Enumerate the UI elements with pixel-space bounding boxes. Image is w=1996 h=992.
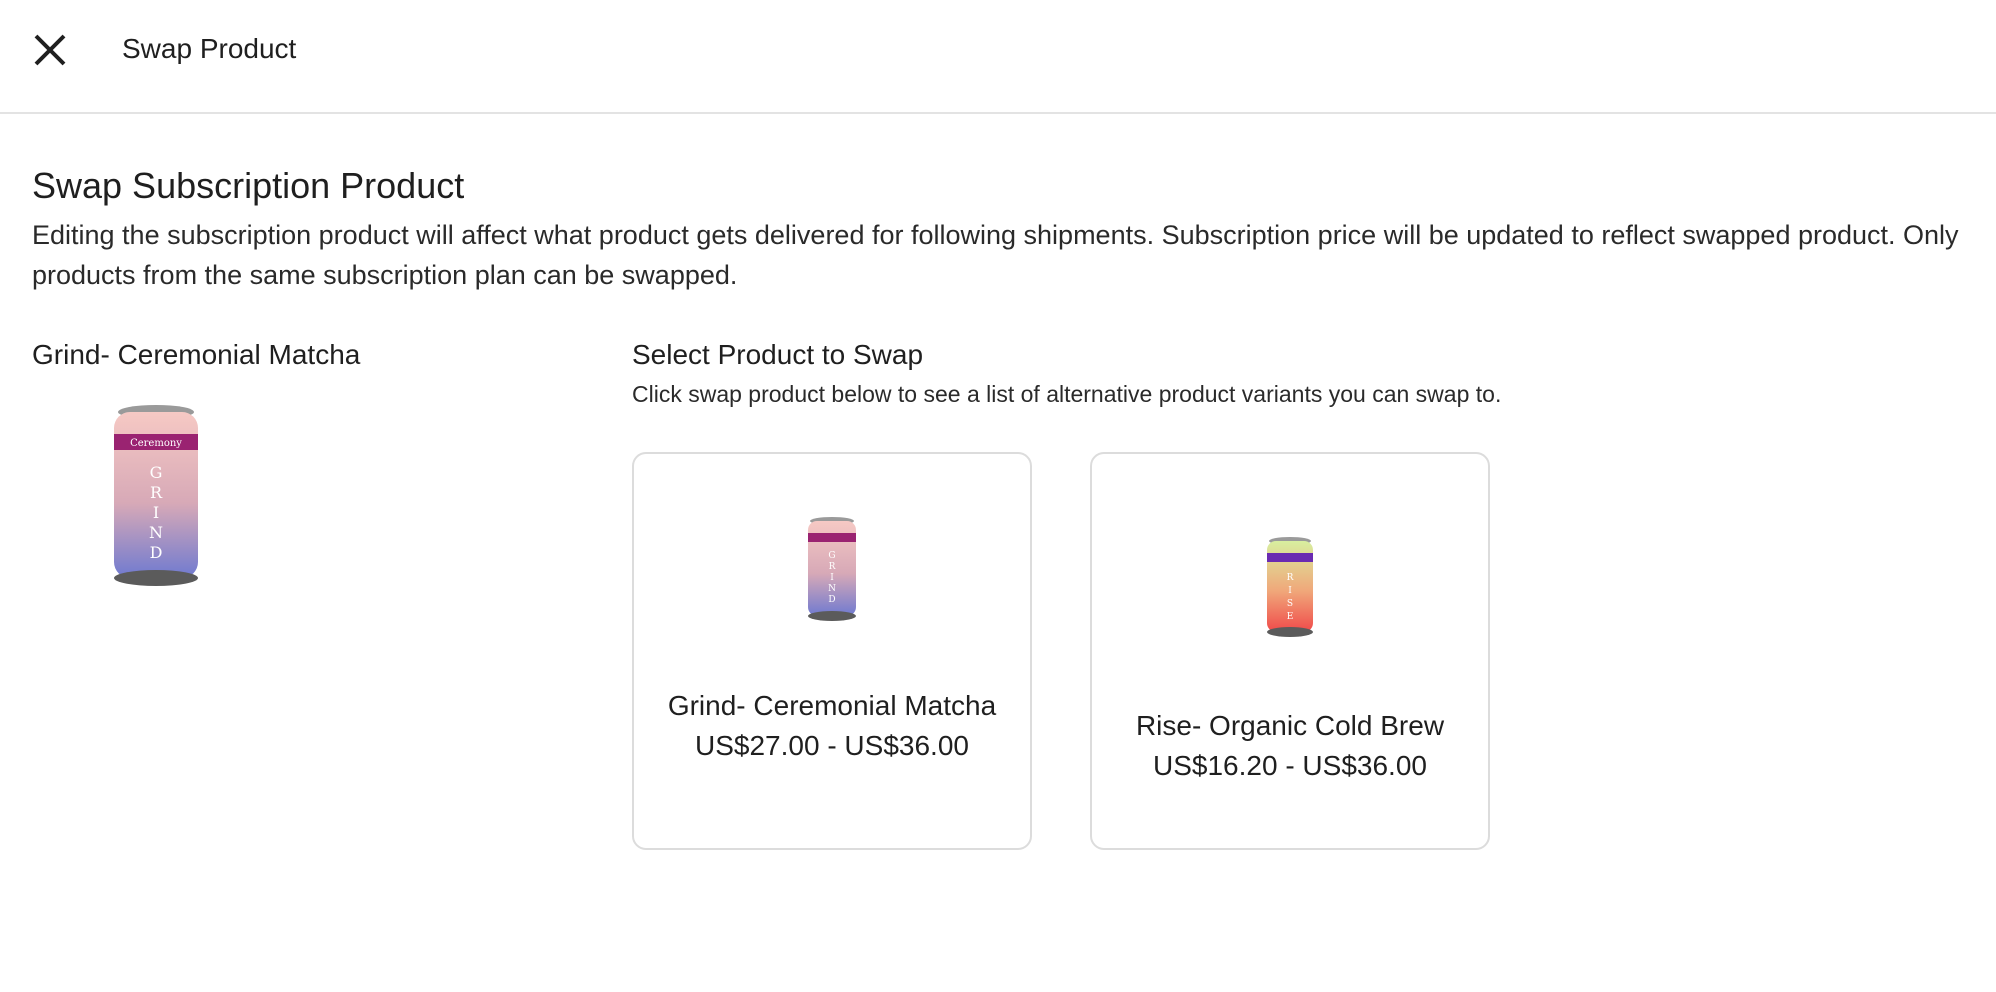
svg-text:N: N: [828, 584, 836, 594]
product-name: Grind- Ceremonial Matcha: [667, 690, 997, 721]
product-info: Rise- Organic Cold Brew US$16.20 - US$36…: [1122, 706, 1458, 786]
svg-text:I: I: [1288, 586, 1292, 596]
current-product-image: Ceremony G R I N D: [104, 404, 208, 588]
product-info: Grind- Ceremonial Matcha US$27.00 - US$3…: [664, 686, 1000, 766]
product-price: US$16.20 - US$36.00: [1153, 750, 1427, 781]
close-icon: [34, 34, 66, 66]
current-product-name: Grind- Ceremonial Matcha: [32, 339, 361, 370]
close-button[interactable]: [30, 30, 70, 70]
product-image: R I S E: [1261, 536, 1319, 638]
svg-text:I: I: [153, 503, 159, 522]
swap-option-card-grind[interactable]: G R I N D Grind- Ceremonial Matcha US$27…: [632, 452, 1032, 850]
svg-text:I: I: [830, 573, 834, 583]
svg-text:D: D: [828, 595, 835, 605]
svg-text:E: E: [1287, 612, 1294, 622]
swap-option-card-rise[interactable]: R I S E Rise- Organic Cold Brew US$16.20…: [1090, 452, 1490, 850]
page-title: Swap Product: [122, 33, 297, 64]
svg-text:N: N: [149, 523, 163, 542]
svg-text:D: D: [150, 543, 163, 562]
svg-text:Ceremony: Ceremony: [130, 438, 182, 449]
swap-section-title: Select Product to Swap: [632, 339, 924, 370]
svg-text:R: R: [150, 483, 163, 502]
svg-text:G: G: [828, 551, 835, 561]
svg-text:G: G: [150, 463, 163, 482]
svg-text:R: R: [1287, 573, 1294, 583]
section-description: Editing the subscription product will af…: [32, 220, 1959, 290]
section-heading: Swap Subscription Product: [32, 165, 465, 206]
product-price: US$27.00 - US$36.00: [695, 730, 969, 761]
product-name: Rise- Organic Cold Brew: [1135, 710, 1445, 741]
product-image: G R I N D: [802, 516, 862, 622]
svg-text:R: R: [829, 562, 836, 572]
svg-text:S: S: [1287, 599, 1293, 609]
top-bar: Swap Product: [0, 0, 1996, 114]
swap-section-description: Click swap product below to see a list o…: [632, 381, 1502, 407]
